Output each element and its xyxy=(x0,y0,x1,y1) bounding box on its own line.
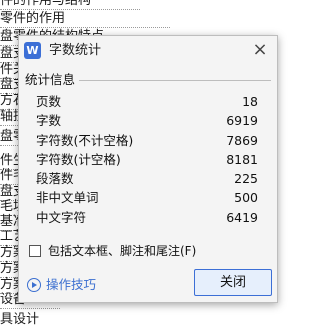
dialog-titlebar[interactable]: W 字数统计 × xyxy=(19,36,277,66)
stat-label: 非中文单词 xyxy=(36,190,99,206)
stat-row-chars-with-spaces: 字符数(计空格) 8181 xyxy=(19,150,277,169)
stat-label: 字数 xyxy=(36,113,62,129)
doc-line: 盘零 xyxy=(0,128,18,146)
doc-line: 零件的作用 xyxy=(0,10,170,28)
include-textboxes-checkbox[interactable] xyxy=(29,245,41,257)
stat-row-chars-no-spaces: 字符数(不计空格) 7869 xyxy=(19,131,277,150)
include-textboxes-label[interactable]: 包括文本框、脚注和尾注(F) xyxy=(48,242,196,260)
stat-label: 页数 xyxy=(36,94,62,109)
section-title: 统计信息 xyxy=(25,71,80,89)
stat-value: 7869 xyxy=(226,132,258,148)
stat-value: 225 xyxy=(234,171,258,187)
stat-value: 8181 xyxy=(226,151,258,167)
include-textboxes-option[interactable]: 包括文本框、脚注和尾注(F) xyxy=(29,242,269,260)
stat-label: 字符数(不计空格) xyxy=(36,132,134,148)
stat-value: 500 xyxy=(234,190,258,206)
wps-writer-icon: W xyxy=(24,42,41,59)
stat-value: 6919 xyxy=(226,113,258,129)
close-icon[interactable]: × xyxy=(251,40,269,60)
stat-row-chinese-chars: 中文字符 6419 xyxy=(19,208,277,227)
stat-row-paragraphs: 段落数 225 xyxy=(19,169,277,188)
tips-label[interactable]: 操作技巧 xyxy=(46,276,96,294)
stat-row-non-chinese-words: 非中文单词 500 xyxy=(19,188,277,207)
doc-line: 轴技 xyxy=(0,108,18,126)
doc-line: 件的作用与结构 xyxy=(0,0,140,10)
doc-line: 具设计 xyxy=(0,312,40,325)
stat-label: 段落数 xyxy=(36,171,74,187)
statistics-list: 页数 18 字数 6919 字符数(不计空格) 7869 字符数(计空格) 81… xyxy=(19,92,277,227)
stat-value: 18 xyxy=(242,94,258,109)
play-circle-icon[interactable] xyxy=(27,278,41,292)
dialog-title: 字数统计 xyxy=(49,43,102,58)
stat-label: 字符数(计空格) xyxy=(36,151,121,167)
stat-row-words: 字数 6919 xyxy=(19,111,277,130)
close-button[interactable]: 关闭 xyxy=(194,269,272,296)
word-count-dialog: W 字数统计 × 统计信息 页数 18 字数 6919 字符数(不计空格) 78… xyxy=(18,35,278,303)
stat-value: 6419 xyxy=(226,209,258,225)
statistics-group: 统计信息 xyxy=(25,71,271,89)
stat-row-pages: 页数 18 xyxy=(19,92,277,111)
stat-label: 中文字符 xyxy=(36,209,87,225)
